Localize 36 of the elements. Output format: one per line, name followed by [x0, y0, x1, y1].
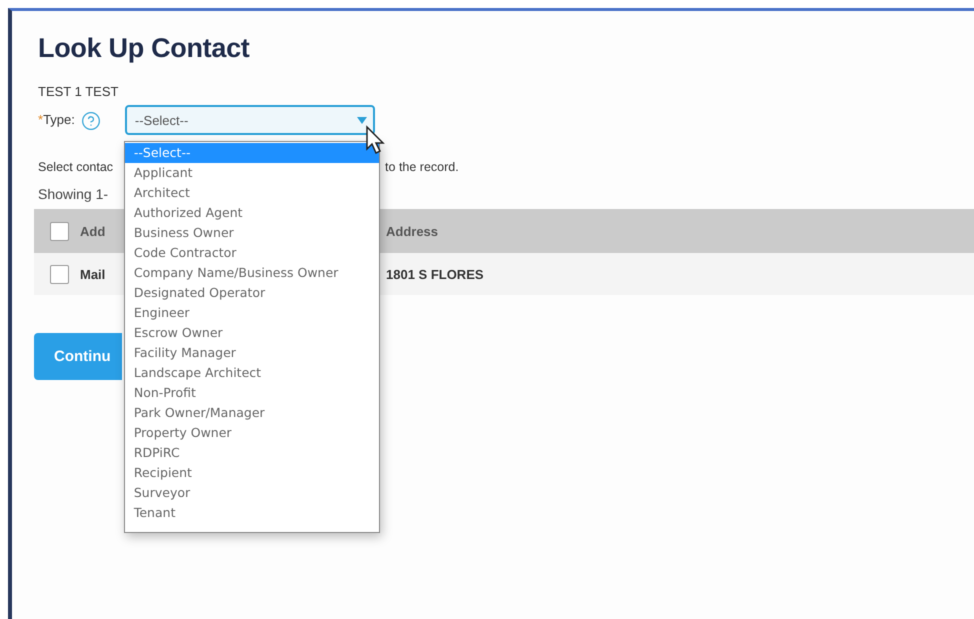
type-select[interactable]: --Select--	[124, 105, 375, 135]
dropdown-option[interactable]: Architect	[124, 183, 379, 203]
dropdown-option[interactable]: Park Owner/Manager	[124, 403, 379, 423]
dropdown-option[interactable]: Property Owner	[124, 423, 379, 443]
dropdown-option[interactable]: Escrow Owner	[124, 323, 379, 343]
dropdown-option[interactable]: Recipient	[124, 463, 379, 483]
table-cell: Mail	[80, 266, 106, 282]
page-title: Look Up Contact	[38, 33, 250, 64]
dropdown-option[interactable]: Business Owner	[124, 223, 379, 243]
type-label: Type:	[43, 112, 75, 127]
showing-count: Showing 1-	[38, 186, 108, 202]
dropdown-option[interactable]: RDPiRC	[124, 443, 379, 463]
dropdown-option[interactable]: Surveyor	[124, 483, 379, 503]
help-icon[interactable]	[80, 111, 101, 131]
table-cell: 1801 S FLORES	[386, 266, 484, 282]
dropdown-option[interactable]: Designated Operator	[124, 283, 379, 303]
contact-name: TEST 1 TEST	[38, 84, 120, 99]
checkbox[interactable]	[50, 264, 69, 284]
dropdown-option[interactable]: Applicant	[124, 163, 379, 183]
dropdown-option[interactable]: Company Name/Business Owner	[124, 263, 379, 283]
dropdown-option[interactable]: Tenant	[124, 503, 379, 523]
dropdown-option[interactable]: Non-Profit	[124, 383, 379, 403]
dropdown-option[interactable]: Facility Manager	[124, 343, 379, 363]
dropdown-option[interactable]: --Select--	[124, 143, 379, 163]
required-mark: *	[38, 112, 44, 127]
continue-button[interactable]: Continu	[34, 333, 122, 380]
dropdown-option[interactable]: Code Contractor	[124, 243, 379, 263]
checkbox[interactable]	[50, 222, 69, 240]
instruction-text: Select contac	[38, 160, 114, 174]
caret-icon	[356, 116, 367, 124]
column-header: Address	[386, 224, 438, 238]
dropdown-option[interactable]: Engineer	[124, 303, 379, 323]
column-header: Add	[80, 224, 106, 238]
dropdown-option[interactable]: Landscape Architect	[124, 363, 379, 383]
instruction-text: to the record.	[385, 160, 459, 174]
dropdown-option[interactable]: Authorized Agent	[124, 203, 379, 223]
